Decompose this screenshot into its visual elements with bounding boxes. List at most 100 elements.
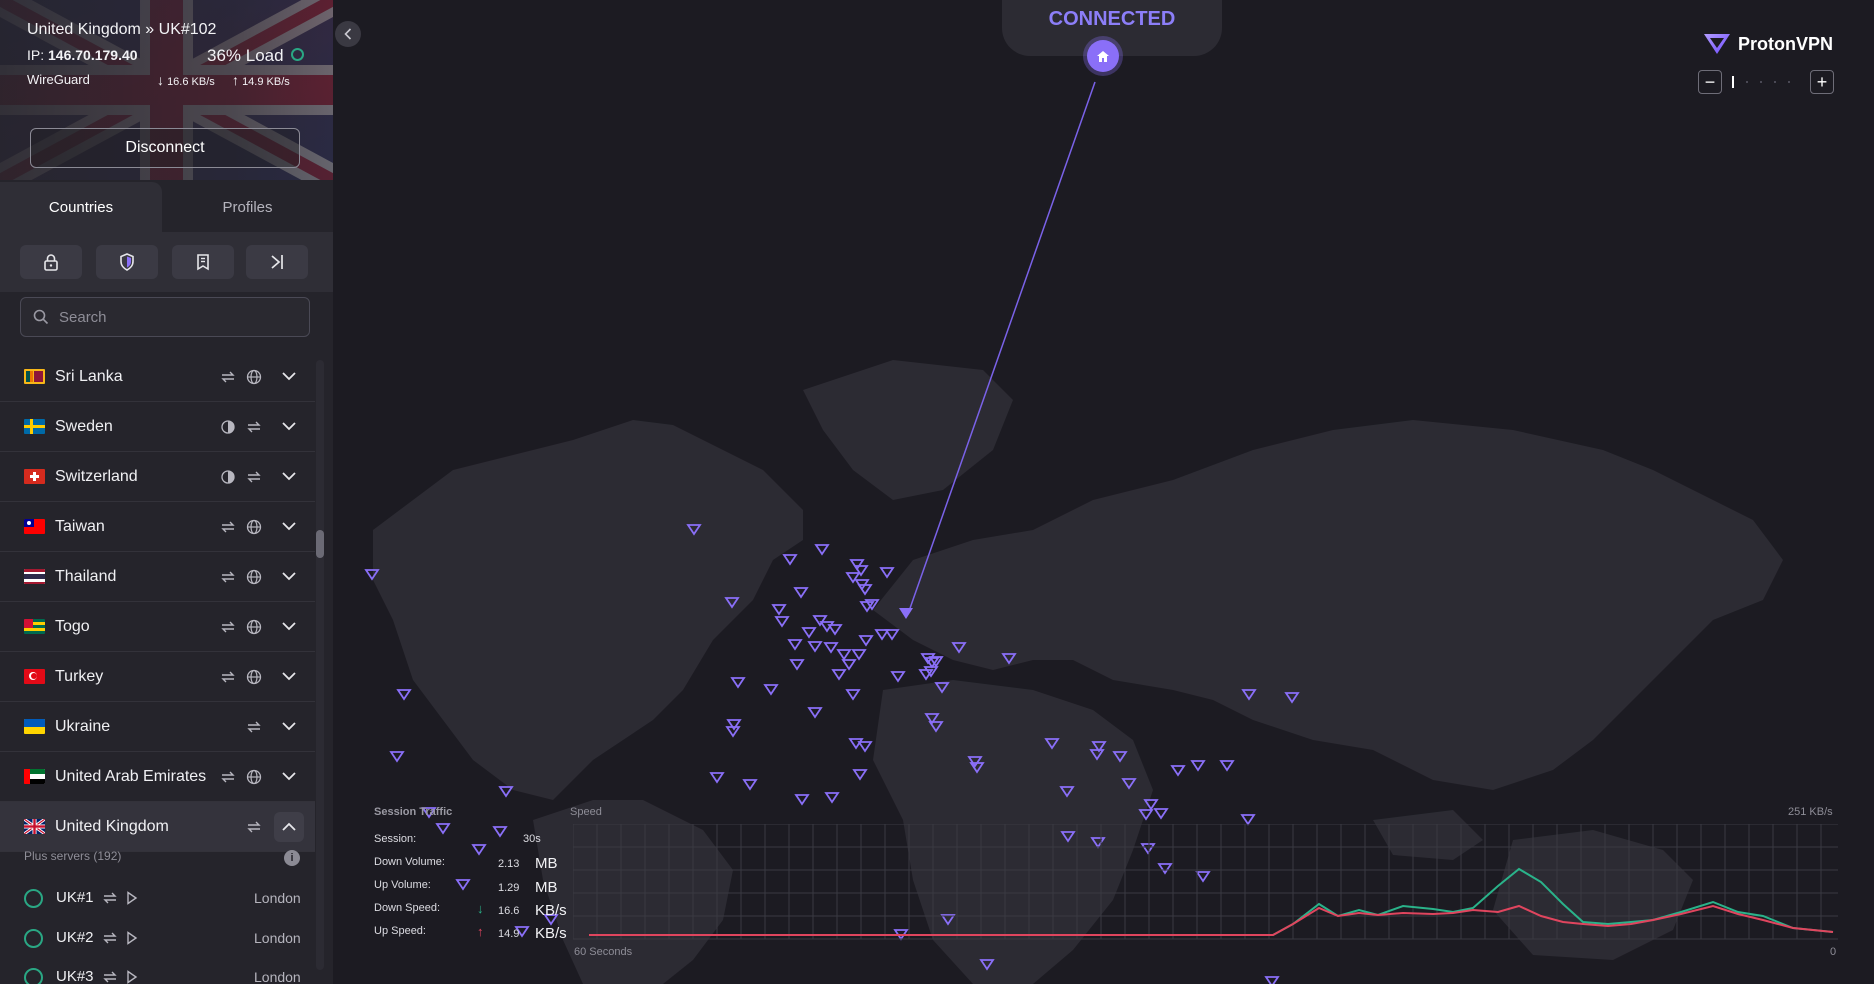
- connection-status: CONNECTED: [1048, 8, 1176, 30]
- down-speed-unit: KB/s: [535, 902, 567, 919]
- tab-profiles[interactable]: Profiles: [162, 182, 333, 232]
- plus-servers-label: Plus servers (192): [24, 849, 122, 863]
- country-row-togo[interactable]: Togo: [0, 602, 315, 652]
- sri-lanka-flag-icon: [24, 369, 45, 384]
- chevron-down-icon: [282, 672, 296, 681]
- disconnect-button[interactable]: Disconnect: [30, 128, 300, 168]
- speed-max-label: 251 KB/s: [1788, 806, 1833, 818]
- country-row-united-arab-emirates[interactable]: United Arab Emirates: [0, 752, 315, 802]
- down-volume-value: 2.13: [498, 858, 520, 870]
- country-name: Sweden: [55, 417, 113, 435]
- speed-label: Speed: [570, 806, 602, 818]
- p2p-icon: [101, 929, 119, 947]
- chevron-down-icon: [282, 772, 296, 781]
- down-speed-label: Down Speed:: [374, 902, 441, 914]
- up-volume-value: 1.29: [498, 882, 520, 894]
- server-row-uk3[interactable]: UK#3 London: [0, 957, 315, 984]
- p2p-icon: [245, 418, 263, 436]
- country-name: Taiwan: [55, 517, 105, 535]
- zoom-in-button[interactable]: +: [1810, 70, 1834, 94]
- speed-graph: [573, 824, 1838, 940]
- country-name: Sri Lanka: [55, 367, 123, 385]
- zoom-out-button[interactable]: −: [1698, 70, 1722, 94]
- expand-button[interactable]: [274, 662, 304, 692]
- expand-button[interactable]: [274, 712, 304, 742]
- turkey-flag-icon: [24, 669, 45, 684]
- shield-icon: [120, 253, 134, 271]
- search-icon: [33, 309, 49, 325]
- p2p-icon: [101, 968, 119, 984]
- minus-icon: −: [1704, 71, 1716, 92]
- sidebar: United Kingdom » UK#102 IP: 146.70.179.4…: [0, 0, 333, 984]
- bill-icon: [197, 254, 209, 271]
- skip-icon: [271, 255, 283, 269]
- country-name: Togo: [55, 617, 90, 635]
- p2p-icon: [101, 889, 119, 907]
- filter-netshield-button[interactable]: [96, 245, 158, 279]
- filter-streaming-button[interactable]: [172, 245, 234, 279]
- p2p-icon: [219, 518, 237, 536]
- scrollbar-track[interactable]: [316, 360, 324, 970]
- expand-button[interactable]: [274, 562, 304, 592]
- upload-speed-line: [589, 904, 1834, 936]
- expand-button[interactable]: [274, 762, 304, 792]
- country-row-taiwan[interactable]: Taiwan: [0, 502, 315, 552]
- expand-button[interactable]: [274, 462, 304, 492]
- chevron-down-icon: [282, 372, 296, 381]
- sweden-flag-icon: [24, 419, 45, 434]
- zoom-slider-handle[interactable]: [1732, 76, 1734, 88]
- server-row-uk1[interactable]: UK#1 London: [0, 878, 315, 916]
- expand-button[interactable]: [274, 412, 304, 442]
- connection-header: United Kingdom » UK#102 IP: 146.70.179.4…: [0, 0, 333, 180]
- collapse-button[interactable]: [274, 811, 304, 842]
- home-location-button[interactable]: [1087, 40, 1119, 72]
- country-name: Turkey: [55, 667, 104, 685]
- p2p-icon: [219, 768, 237, 786]
- streaming-play-icon: [123, 929, 141, 947]
- brand-name: ProtonVPN: [1738, 33, 1834, 54]
- country-row-turkey[interactable]: Turkey: [0, 652, 315, 702]
- server-title: United Kingdom » UK#102: [27, 21, 217, 38]
- tor-globe-icon: [245, 368, 263, 386]
- expand-button[interactable]: [274, 612, 304, 642]
- arrow-up-icon: ↑: [232, 72, 239, 88]
- server-load: 36% Load: [207, 46, 305, 66]
- collapse-sidebar-button[interactable]: [335, 21, 361, 47]
- filter-secure-button[interactable]: [20, 245, 82, 279]
- protonvpn-logo: ProtonVPN: [1702, 32, 1833, 56]
- x-end-label: 0: [1830, 946, 1837, 958]
- expand-button[interactable]: [274, 362, 304, 392]
- tab-countries[interactable]: Countries: [0, 182, 162, 232]
- chevron-down-icon: [282, 422, 296, 431]
- info-icon[interactable]: i: [284, 850, 300, 866]
- up-rate: ↑ 14.9 KB/s: [232, 72, 290, 88]
- p2p-icon: [219, 568, 237, 586]
- protocol: WireGuard: [27, 72, 90, 87]
- server-name: UK#3: [56, 968, 94, 984]
- arrow-down-icon: ↓: [477, 901, 484, 916]
- search-box[interactable]: [20, 297, 310, 337]
- ukraine-flag-icon: [24, 719, 45, 734]
- country-row-ukraine[interactable]: Ukraine: [0, 702, 315, 752]
- scrollbar-thumb[interactable]: [316, 530, 324, 558]
- filter-skip-button[interactable]: [246, 245, 308, 279]
- ip-value: 146.70.179.40: [48, 47, 138, 63]
- zoom-slider[interactable]: [1732, 76, 1802, 88]
- country-name: Ukraine: [55, 717, 111, 735]
- country-row-sweden[interactable]: Sweden: [0, 402, 315, 452]
- country-name: United Kingdom: [55, 817, 169, 835]
- p2p-icon: [245, 718, 263, 736]
- p2p-icon: [245, 468, 263, 486]
- server-row-uk2[interactable]: UK#2 London: [0, 918, 315, 956]
- country-row-switzerland[interactable]: Switzerland: [0, 452, 315, 502]
- search-input[interactable]: [57, 307, 291, 327]
- thailand-flag-icon: [24, 569, 45, 584]
- chevron-down-icon: [282, 472, 296, 481]
- country-row-sri-lanka[interactable]: Sri Lanka: [0, 352, 315, 402]
- country-row-thailand[interactable]: Thailand: [0, 552, 315, 602]
- down-rate-text: 16.6 KB/s: [167, 76, 215, 88]
- protonvpn-logo-icon: [1704, 34, 1730, 54]
- up-speed-label: Up Speed:: [374, 925, 426, 937]
- country-row-united-kingdom[interactable]: United Kingdom: [0, 802, 315, 852]
- expand-button[interactable]: [274, 512, 304, 542]
